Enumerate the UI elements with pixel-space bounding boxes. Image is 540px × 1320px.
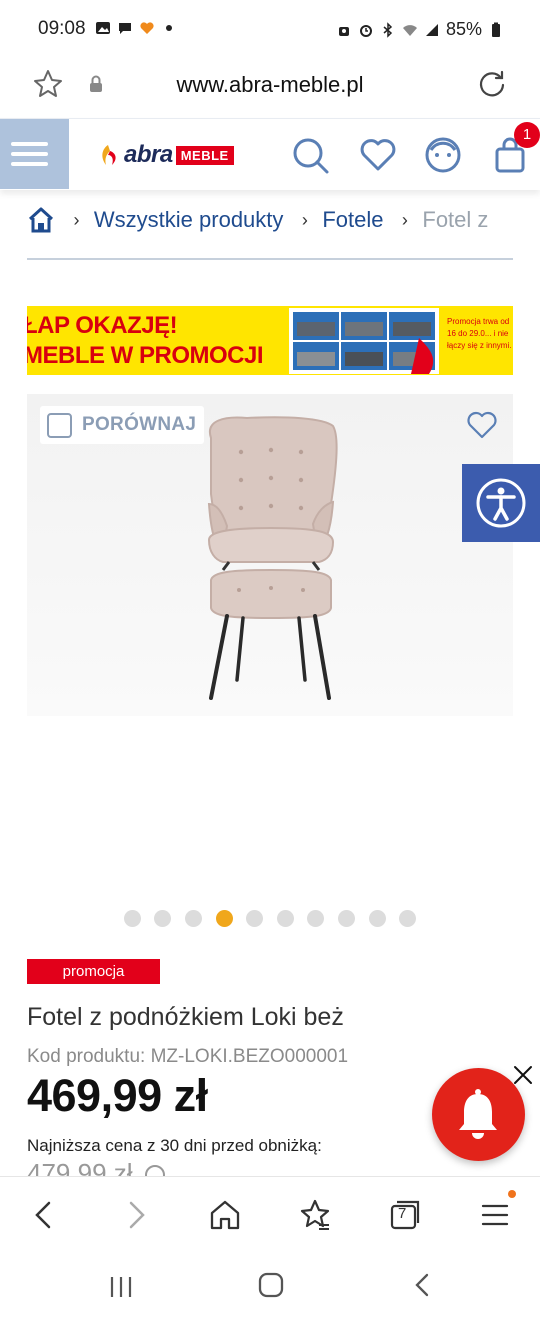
gallery-dot[interactable] <box>154 910 172 927</box>
breadcrumb-all-products[interactable]: Wszystkie produkty <box>94 207 284 233</box>
logo-mark-icon <box>102 145 116 165</box>
gallery-dot[interactable] <box>123 910 141 927</box>
home-icon[interactable] <box>205 1195 245 1235</box>
url-text[interactable]: www.abra-meble.pl <box>0 72 540 98</box>
system-navigation <box>0 1254 540 1320</box>
heart-app-icon <box>140 22 154 34</box>
status-time: 09:08 <box>38 18 86 39</box>
gallery-dot[interactable] <box>399 910 417 927</box>
promo-banner[interactable]: ŁAP OKAZJĘ! MEBLE W PROMOCJI Promocja tr… <box>27 306 513 375</box>
back-button-icon[interactable] <box>408 1270 438 1300</box>
banner-line-2: MEBLE W PROMOCJI <box>27 342 264 369</box>
chat-icon <box>119 23 131 34</box>
gallery-dot[interactable] <box>185 910 203 927</box>
browser-toolbar: 7 <box>0 1176 540 1254</box>
gallery-dot[interactable] <box>368 910 386 927</box>
lowest-price-label: Najniższa cena z 30 dni przed obniżką: <box>27 1136 322 1155</box>
bluetooth-icon <box>383 21 393 38</box>
product-price: 469,99 zł <box>27 1070 208 1121</box>
account-icon[interactable] <box>423 135 463 175</box>
promo-badge: promocja <box>27 959 160 984</box>
accessibility-button[interactable] <box>462 464 540 542</box>
forward-icon[interactable] <box>116 1195 156 1235</box>
banner-line-1: ŁAP OKAZJĘ! <box>27 312 178 339</box>
old-price: 479,99 zł <box>27 1158 166 1176</box>
gallery-dot[interactable] <box>246 910 264 927</box>
wifi-icon <box>402 24 417 36</box>
breadcrumb-divider <box>27 258 513 260</box>
url-bar[interactable]: www.abra-meble.pl <box>0 60 540 118</box>
logo[interactable]: abra MEBLE <box>98 141 234 169</box>
search-icon[interactable] <box>290 135 330 175</box>
bookmarks-icon[interactable] <box>295 1195 335 1235</box>
signal-icon <box>425 23 438 36</box>
breadcrumb-separator: › <box>73 209 80 230</box>
cart-count-badge: 1 <box>514 122 540 148</box>
dot-icon <box>166 25 172 31</box>
home-button-icon[interactable] <box>256 1270 286 1300</box>
site-header: abra MEBLE <box>0 118 540 190</box>
wishlist-heart-icon[interactable] <box>466 410 498 440</box>
menu-icon[interactable] <box>475 1195 515 1235</box>
gallery-dot[interactable] <box>307 910 325 927</box>
back-icon[interactable] <box>24 1195 64 1235</box>
accessibility-icon <box>476 478 526 528</box>
gallery-dot[interactable] <box>276 910 294 927</box>
banner-sofas-image <box>289 308 439 374</box>
compare-label: PORÓWNAJ <box>82 414 197 435</box>
breadcrumb-separator: › <box>401 209 408 230</box>
product-code: Kod produktu: MZ-LOKI.BEZO000001 <box>27 1046 349 1067</box>
gallery-dot[interactable] <box>337 910 355 927</box>
gallery-dots <box>0 910 540 930</box>
product-title: Fotel z podnóżkiem Loki beż <box>27 1003 344 1031</box>
tab-count: 7 <box>398 1205 407 1222</box>
reload-icon[interactable] <box>476 68 508 100</box>
breadcrumb: › Wszystkie produkty › Fotele › Fotel z <box>27 206 513 260</box>
status-bar: 09:08 85% <box>0 0 540 60</box>
info-icon[interactable] <box>144 1164 166 1176</box>
image-icon <box>96 22 110 34</box>
battery-icon <box>492 22 500 37</box>
recent-apps-icon[interactable] <box>106 1272 136 1302</box>
vpn-icon <box>338 26 349 36</box>
notification-dot <box>508 1190 516 1198</box>
home-icon[interactable] <box>27 206 55 234</box>
alarm-icon <box>359 24 372 37</box>
compare-checkbox[interactable]: PORÓWNAJ <box>40 406 204 444</box>
banner-small-text: Promocja trwa od 16 do 29.0... i nie łąc… <box>447 317 512 350</box>
breadcrumb-fotele[interactable]: Fotele <box>322 207 383 233</box>
close-icon[interactable] <box>512 1064 534 1086</box>
breadcrumb-current: Fotel z <box>422 207 489 232</box>
breadcrumb-separator: › <box>301 209 308 230</box>
logo-tag: MEBLE <box>175 145 234 165</box>
gallery-dot[interactable] <box>215 910 233 927</box>
logo-text: abra <box>124 141 173 168</box>
checkbox-icon[interactable] <box>47 413 72 438</box>
menu-button[interactable] <box>0 119 69 189</box>
menu-icon <box>11 142 48 146</box>
heart-icon[interactable] <box>358 135 398 175</box>
battery-percent: 85% <box>445 19 482 39</box>
